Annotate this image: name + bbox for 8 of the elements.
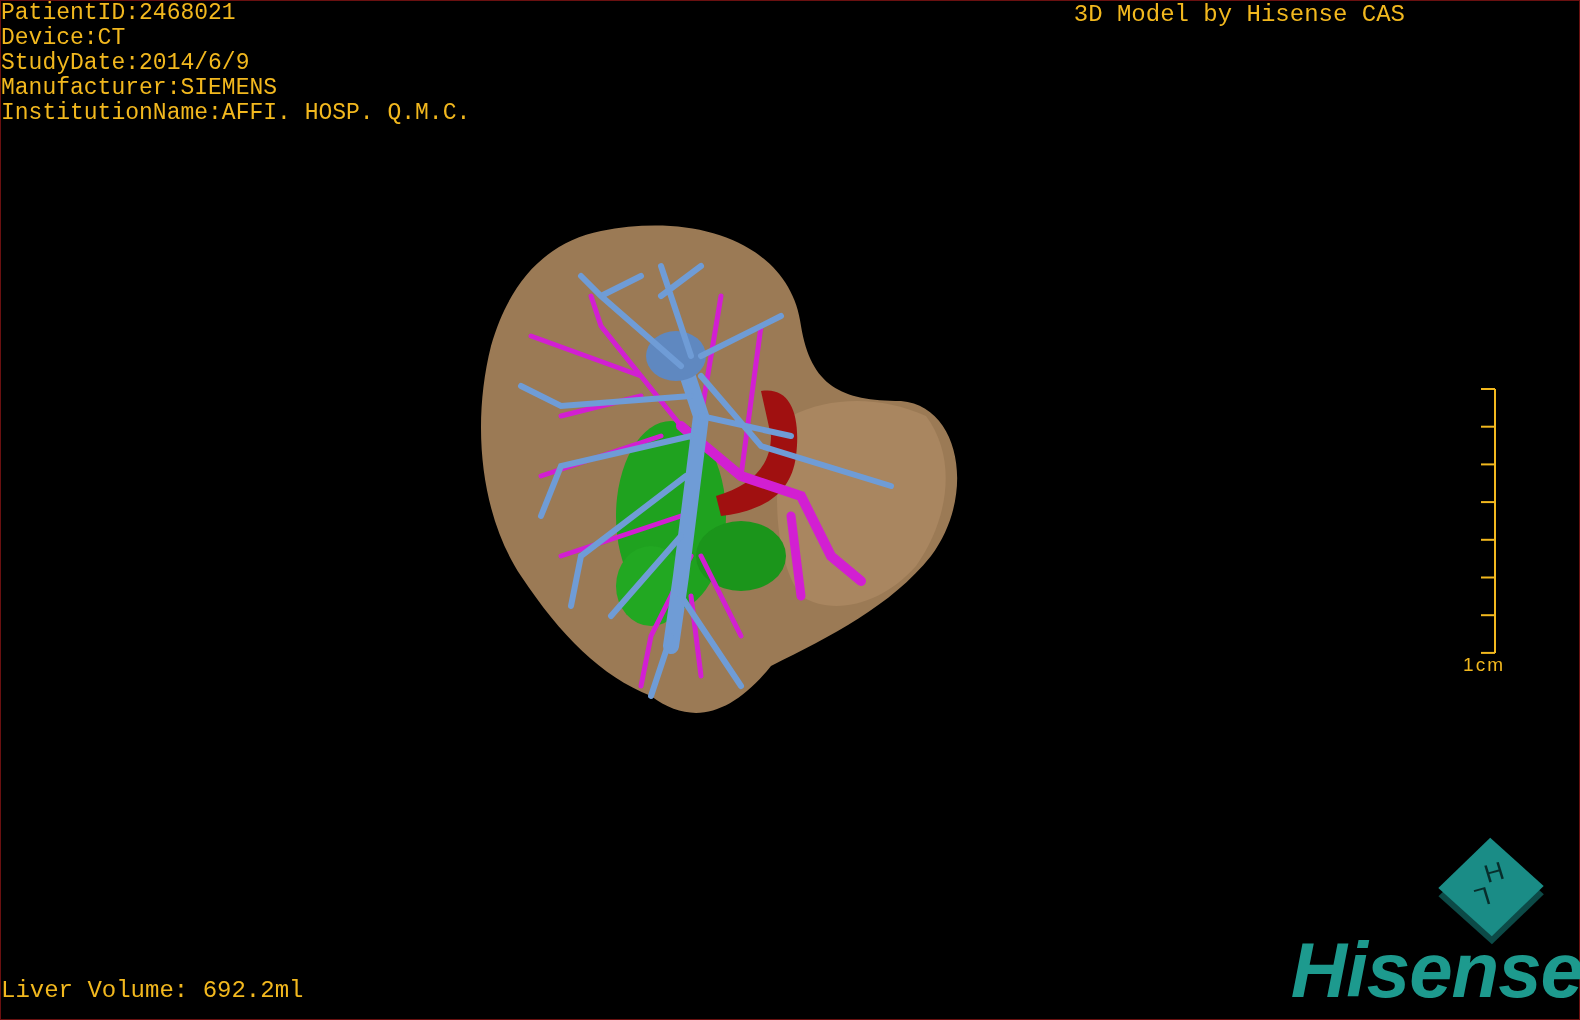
patient-info-line: Manufacturer:SIEMENS — [1, 76, 279, 101]
model-title: 3D Model by Hisense CAS — [1073, 1, 1405, 29]
patient-info-line: InstitutionName:AFFI. HOSP. Q.M.C. — [1, 101, 471, 126]
patient-info-line: Device:CT — [1, 26, 127, 51]
patient-info-line: PatientID:2468021 — [1, 1, 237, 26]
liver-volume: Liver Volume: 692.2ml — [1, 977, 304, 1005]
patient-info-line: StudyDate:2014/6/9 — [1, 51, 251, 76]
scale-label: 1cm — [1463, 654, 1505, 676]
